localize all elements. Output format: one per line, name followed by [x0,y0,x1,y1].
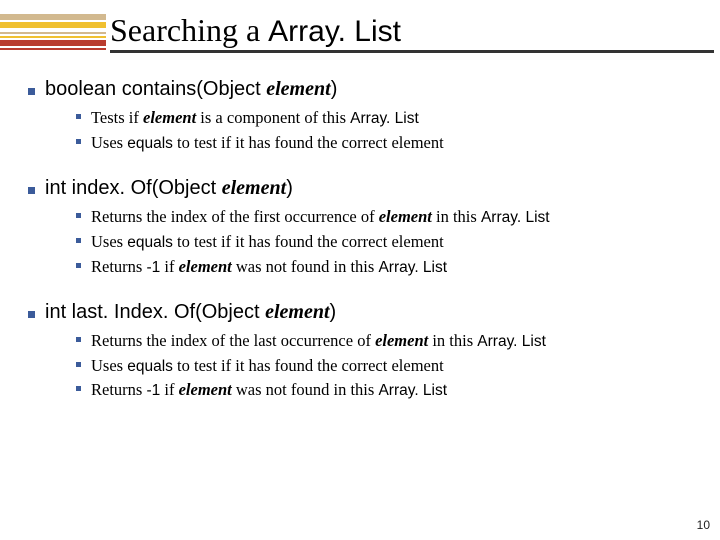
bullet-icon [76,337,81,342]
method-signature: boolean contains(Object element) [28,78,696,101]
title-code: Array. List [268,15,401,48]
method-sublist: Returns the index of the first occurrenc… [76,206,696,279]
sub-bullet: Returns the index of the first occurrenc… [76,206,696,229]
sub-bullet: Returns the index of the last occurrence… [76,330,696,353]
bullet-icon [76,114,81,119]
bullet-icon [76,362,81,367]
bullet-icon [76,263,81,268]
method-sublist: Returns the index of the last occurrence… [76,330,696,403]
sub-bullet: Uses equals to test if it has found the … [76,132,696,155]
bullet-icon [76,139,81,144]
sub-bullet: Returns -1 if element was not found in t… [76,256,696,279]
bullet-icon [28,88,35,95]
bullet-icon [76,238,81,243]
method-sig-text: int index. Of(Object element) [45,177,293,200]
sub-bullet: Uses equals to test if it has found the … [76,355,696,378]
bullet-icon [28,187,35,194]
sub-bullet-text: Uses equals to test if it has found the … [91,132,444,155]
sub-bullet-text: Returns the index of the last occurrence… [91,330,546,353]
accent-stripes [0,14,106,54]
sub-bullet: Returns -1 if element was not found in t… [76,379,696,402]
method-sig-text: int last. Index. Of(Object element) [45,301,336,324]
title-pre: Searching a [110,12,268,48]
sub-bullet-text: Returns -1 if element was not found in t… [91,379,447,402]
slide-body: boolean contains(Object element) Tests if… [28,78,696,424]
sub-bullet-text: Uses equals to test if it has found the … [91,355,444,378]
bullet-icon [76,213,81,218]
page-number: 10 [697,518,710,532]
method-sublist: Tests if element is a component of this … [76,107,696,155]
method-sig-text: boolean contains(Object element) [45,78,337,101]
sub-bullet-text: Uses equals to test if it has found the … [91,231,444,254]
method-signature: int last. Index. Of(Object element) [28,301,696,324]
sub-bullet: Uses equals to test if it has found the … [76,231,696,254]
title-underline [110,50,714,53]
bullet-icon [76,386,81,391]
method-signature: int index. Of(Object element) [28,177,696,200]
sub-bullet-text: Tests if element is a component of this … [91,107,419,130]
slide-title: Searching a Array. List [110,14,700,48]
sub-bullet-text: Returns -1 if element was not found in t… [91,256,447,279]
sub-bullet: Tests if element is a component of this … [76,107,696,130]
bullet-icon [28,311,35,318]
sub-bullet-text: Returns the index of the first occurrenc… [91,206,550,229]
